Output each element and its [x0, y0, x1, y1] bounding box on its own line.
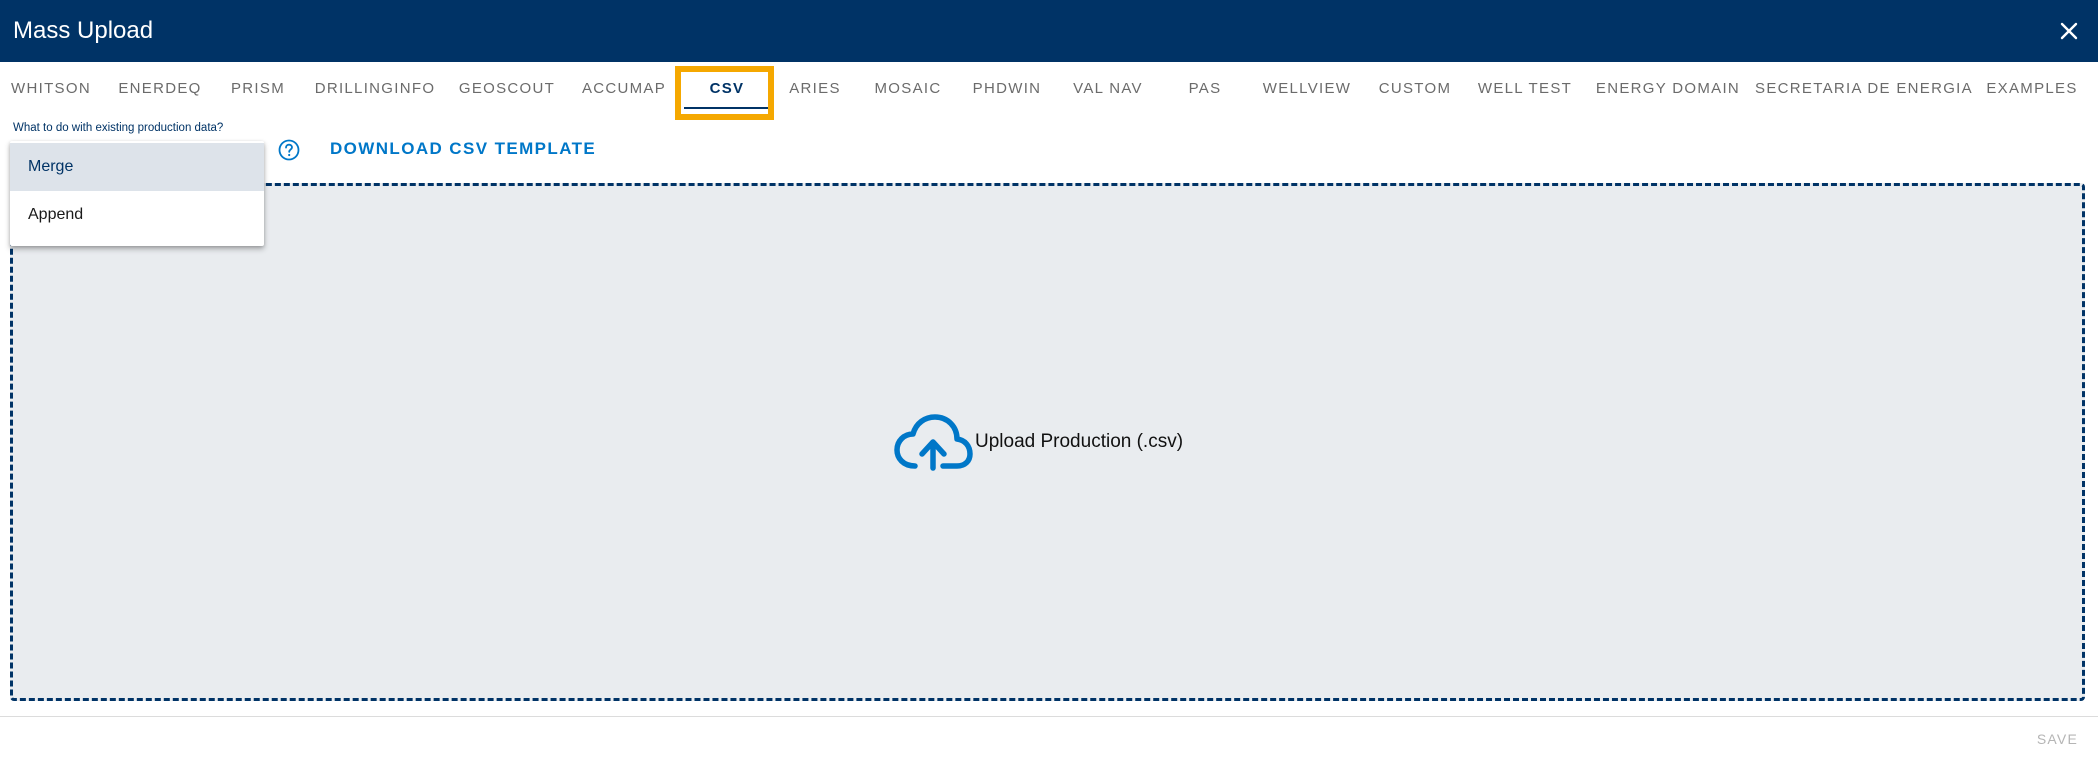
tab-secretaria-de-energia[interactable]: SECRETARIA DE ENERGIA — [1755, 62, 1972, 114]
existing-data-dropdown-menu: Merge Append — [10, 141, 264, 246]
tab-drillinginfo[interactable]: DRILLINGINFO — [310, 62, 440, 114]
upload-text: Upload Production (.csv) — [975, 431, 1184, 452]
active-tab-indicator — [684, 107, 770, 109]
upload-prompt[interactable]: Upload Production (.csv) — [893, 412, 1183, 472]
tab-wellview[interactable]: WELLVIEW — [1260, 62, 1354, 114]
tab-geoscout[interactable]: GEOSCOUT — [455, 62, 559, 114]
tab-well-test[interactable]: WELL TEST — [1475, 62, 1575, 114]
tab-aries[interactable]: ARIES — [780, 62, 850, 114]
dialog-title: Mass Upload — [13, 17, 154, 44]
tab-custom[interactable]: CUSTOM — [1375, 62, 1455, 114]
mass-upload-dialog: Mass Upload WHITSON ENERDEQ PRISM DRILLI… — [0, 0, 2098, 759]
download-csv-template-button[interactable]: DOWNLOAD CSV TEMPLATE — [330, 139, 596, 159]
tab-whitson[interactable]: WHITSON — [0, 62, 102, 114]
tab-pas[interactable]: PAS — [1175, 62, 1235, 114]
tab-val-nav[interactable]: VAL NAV — [1066, 62, 1150, 114]
source-tabs: WHITSON ENERDEQ PRISM DRILLINGINFO GEOSC… — [0, 62, 2098, 114]
tab-accumap[interactable]: ACCUMAP — [574, 62, 674, 114]
save-button[interactable]: SAVE — [2037, 731, 2078, 747]
tab-phdwin[interactable]: PHDWIN — [966, 62, 1048, 114]
footer-divider — [0, 716, 2098, 717]
menu-item-append[interactable]: Append — [10, 191, 264, 239]
tab-examples[interactable]: EXAMPLES — [1982, 62, 2082, 114]
menu-item-merge[interactable]: Merge — [10, 143, 264, 191]
help-button[interactable] — [278, 139, 300, 161]
dialog-header: Mass Upload — [0, 0, 2098, 62]
tab-enerdeq[interactable]: ENERDEQ — [110, 62, 210, 114]
existing-data-label: What to do with existing production data… — [13, 122, 224, 134]
tab-energy-domain[interactable]: ENERGY DOMAIN — [1595, 62, 1741, 114]
question-circle-icon — [278, 139, 300, 161]
close-icon — [2060, 22, 2078, 40]
close-button[interactable] — [2054, 16, 2084, 46]
tab-mosaic[interactable]: MOSAIC — [868, 62, 948, 114]
cloud-upload-icon — [894, 414, 973, 471]
tab-prism[interactable]: PRISM — [222, 62, 294, 114]
